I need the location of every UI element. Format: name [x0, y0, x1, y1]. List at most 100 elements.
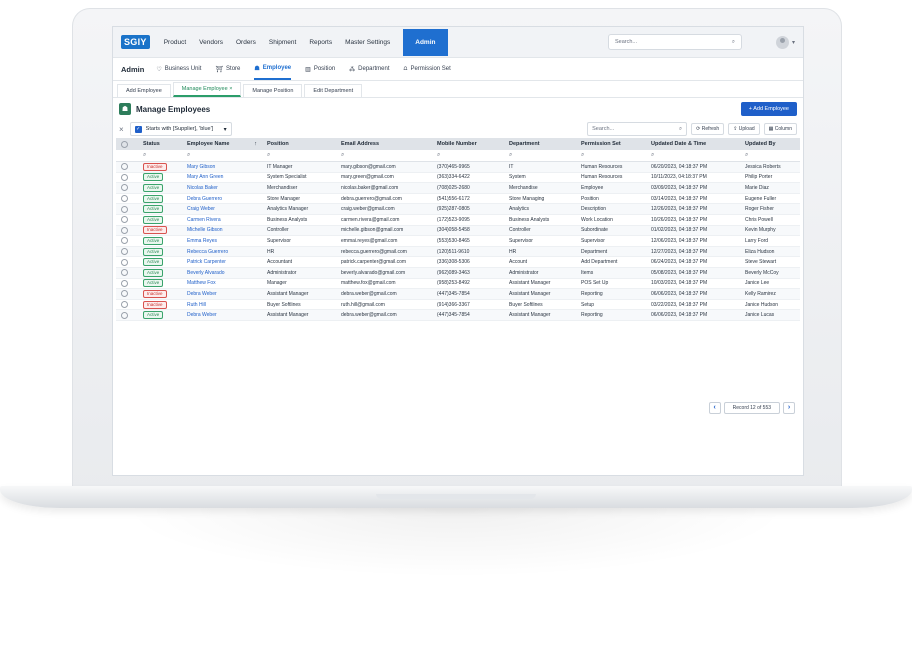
row-select-radio[interactable] [121, 184, 128, 192]
column-search-cell[interactable]: ⌕ [504, 150, 576, 162]
subnav-store[interactable]: ⛩ Store [215, 66, 240, 73]
row-select-cell[interactable] [116, 203, 138, 215]
row-select-cell[interactable] [116, 161, 138, 173]
row-select-cell[interactable] [116, 246, 138, 258]
col-updated-date[interactable]: Updated Date & Time [646, 138, 740, 150]
cell-employee-name[interactable]: Ruth Hill [182, 299, 262, 311]
row-select-cell[interactable] [116, 225, 138, 237]
add-employee-button[interactable]: + Add Employee [740, 102, 797, 116]
row-select-cell[interactable] [116, 278, 138, 290]
row-select-radio[interactable] [121, 269, 128, 277]
brand-logo[interactable]: SGIY [121, 35, 150, 49]
global-search-input[interactable]: Search... ⌕ [607, 34, 742, 50]
row-select-cell[interactable] [116, 193, 138, 205]
col-email[interactable]: Email Address [336, 138, 432, 150]
table-row[interactable]: Active Debra Weber Assistant Manager debra.… [116, 309, 800, 321]
table-row[interactable]: Active Patrick Carpenter Accountant patrick… [116, 256, 800, 268]
nav-shipment[interactable]: Shipment [269, 39, 296, 46]
table-search-input[interactable]: Search... ⌕ [587, 122, 688, 136]
row-select-radio[interactable] [121, 258, 128, 266]
subnav-employee[interactable]: ☗ Employee [254, 59, 292, 80]
column-search-cell[interactable]: ⌕ [646, 150, 740, 162]
table-row[interactable]: Inactive Debra Weber Assistant Manager debr… [116, 288, 800, 300]
row-select-cell[interactable] [116, 214, 138, 226]
cell-employee-name[interactable]: Debra Weber [182, 288, 262, 300]
cell-employee-name[interactable]: Patrick Carpenter [182, 256, 262, 268]
upload-button[interactable]: ⇪ Upload [728, 123, 760, 135]
subnav-business-unit[interactable]: ♡ Business Unit [156, 66, 201, 73]
refresh-button[interactable]: ⟳ Refresh [691, 123, 725, 135]
sort-icon[interactable]: ↑ [254, 141, 257, 147]
col-employee-name[interactable]: Employee Name ↑ [182, 138, 262, 150]
tab-manage-position[interactable]: Manage Position [243, 84, 303, 97]
table-row[interactable]: Inactive Michelle Gibson Controller michell… [116, 225, 800, 237]
row-select-cell[interactable] [116, 256, 138, 268]
column-button[interactable]: ▦ Column [763, 123, 797, 135]
tab-add-employee[interactable]: Add Employee [117, 84, 171, 97]
subnav-position[interactable]: ▥ Position [305, 66, 335, 73]
column-search-cell[interactable]: ⌕ [262, 150, 336, 162]
table-row[interactable]: Active Debra Guerrero Store Manager debra.g… [116, 193, 800, 205]
table-row[interactable]: Active Matthew Fox Manager matthew.fox@gmai… [116, 278, 800, 290]
row-select-radio[interactable] [121, 173, 128, 181]
col-updated-by[interactable]: Updated By [740, 138, 800, 150]
column-search-cell[interactable]: ⌕ [740, 150, 800, 162]
nav-orders[interactable]: Orders [236, 39, 256, 46]
clear-filter-icon[interactable]: × [119, 125, 124, 134]
row-select-radio[interactable] [121, 195, 128, 203]
cell-employee-name[interactable]: Mary Ann Green [182, 172, 262, 184]
row-select-cell[interactable] [116, 172, 138, 184]
chevron-down-icon[interactable]: ▾ [792, 39, 795, 46]
row-select-radio[interactable] [121, 205, 128, 213]
column-search-cell[interactable]: ⌕ [182, 150, 262, 162]
cell-employee-name[interactable]: Beverly Alvarado [182, 267, 262, 279]
column-search-cell[interactable]: ⌕ [576, 150, 646, 162]
subnav-department[interactable]: ⁂ Department [349, 66, 389, 73]
row-select-radio[interactable] [121, 311, 128, 319]
table-row[interactable]: Active Craig Weber Analytics Manager craig.… [116, 203, 800, 215]
nav-admin[interactable]: Admin [403, 28, 448, 56]
cell-employee-name[interactable]: Mary Gibson [182, 161, 262, 173]
cell-employee-name[interactable]: Rebecca Guerrero [182, 246, 262, 258]
col-department[interactable]: Department [504, 138, 576, 150]
table-row[interactable]: Active Mary Ann Green System Specialist mar… [116, 172, 800, 184]
col-permission-set[interactable]: Permission Set [576, 138, 646, 150]
row-select-radio[interactable] [121, 279, 128, 287]
column-search-cell[interactable]: ⌕ [138, 150, 182, 162]
column-search-cell[interactable]: ⌕ [336, 150, 432, 162]
nav-reports[interactable]: Reports [309, 39, 332, 46]
table-row[interactable]: Active Carmen Rivera Business Analysts carm… [116, 214, 800, 226]
prev-page-button[interactable]: ‹ [708, 402, 721, 414]
nav-product[interactable]: Product [164, 39, 186, 46]
select-all-header[interactable] [116, 138, 138, 150]
row-select-radio[interactable] [121, 290, 128, 298]
select-all-radio[interactable] [121, 140, 128, 148]
nav-master-settings[interactable]: Master Settings [345, 39, 390, 46]
col-mobile[interactable]: Mobile Number [432, 138, 504, 150]
row-select-radio[interactable] [121, 248, 128, 256]
table-row[interactable]: Inactive Mary Gibson IT Manager mary.gibson… [116, 161, 800, 173]
cell-employee-name[interactable]: Michelle Gibson [182, 225, 262, 237]
row-select-cell[interactable] [116, 288, 138, 300]
row-select-cell[interactable] [116, 299, 138, 311]
col-status[interactable]: Status [138, 138, 182, 150]
cell-employee-name[interactable]: Matthew Fox [182, 278, 262, 290]
next-page-button[interactable]: › [783, 402, 795, 414]
checkbox-checked-icon[interactable]: ✓ [134, 125, 142, 133]
row-select-radio[interactable] [121, 226, 128, 234]
table-row[interactable]: Inactive Ruth Hill Buyer Softlines ruth.hil… [116, 299, 800, 311]
row-select-cell[interactable] [116, 309, 138, 321]
tab-edit-department[interactable]: Edit Department [304, 84, 363, 97]
cell-employee-name[interactable]: Craig Weber [182, 203, 262, 215]
tab-manage-employee[interactable]: Manage Employee × [172, 82, 242, 97]
cell-employee-name[interactable]: Debra Weber [182, 309, 262, 321]
table-row[interactable]: Active Emma Reyes Supervisor emmai.reyes@gm… [116, 235, 800, 247]
row-select-radio[interactable] [121, 301, 128, 309]
filter-select[interactable]: ✓ Starts with [Supplier], 'blue'] ▾ [129, 122, 232, 136]
row-select-radio[interactable] [121, 237, 128, 245]
row-select-radio[interactable] [121, 216, 128, 224]
table-row[interactable]: Active Rebecca Guerrero HR rebecca.guerrero… [116, 246, 800, 258]
subnav-permission-set[interactable]: ⩍ Permission Set [404, 66, 451, 73]
table-row[interactable]: Active Beverly Alvarado Administrator bever… [116, 267, 800, 279]
column-search-cell[interactable]: ⌕ [432, 150, 504, 162]
